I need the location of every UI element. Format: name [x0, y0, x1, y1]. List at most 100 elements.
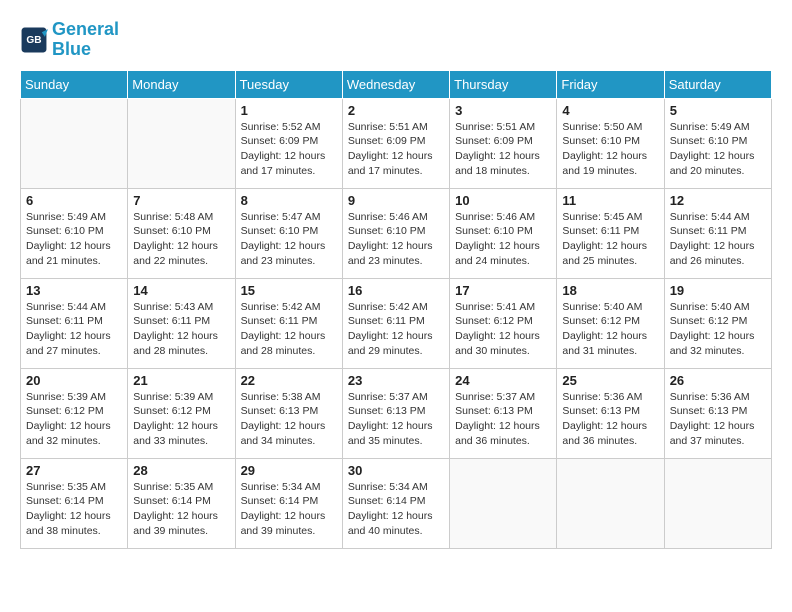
- sunset-text: Sunset: 6:14 PM: [241, 495, 319, 507]
- sunrise-text: Sunrise: 5:49 AM: [670, 121, 750, 133]
- sunset-text: Sunset: 6:13 PM: [562, 405, 640, 417]
- calendar-week-row: 20 Sunrise: 5:39 AM Sunset: 6:12 PM Dayl…: [21, 368, 772, 458]
- day-detail: Sunrise: 5:46 AM Sunset: 6:10 PM Dayligh…: [348, 210, 444, 269]
- sunrise-text: Sunrise: 5:35 AM: [133, 481, 213, 493]
- sunrise-text: Sunrise: 5:39 AM: [26, 391, 106, 403]
- day-detail: Sunrise: 5:35 AM Sunset: 6:14 PM Dayligh…: [133, 480, 229, 539]
- daylight-text: Daylight: 12 hours and 28 minutes.: [133, 330, 218, 357]
- calendar-cell: 26 Sunrise: 5:36 AM Sunset: 6:13 PM Dayl…: [664, 368, 771, 458]
- logo: GB GeneralBlue: [20, 20, 119, 60]
- calendar-week-row: 6 Sunrise: 5:49 AM Sunset: 6:10 PM Dayli…: [21, 188, 772, 278]
- daylight-text: Daylight: 12 hours and 36 minutes.: [455, 420, 540, 447]
- sunrise-text: Sunrise: 5:46 AM: [348, 211, 428, 223]
- day-detail: Sunrise: 5:40 AM Sunset: 6:12 PM Dayligh…: [670, 300, 766, 359]
- weekday-header-friday: Friday: [557, 70, 664, 98]
- calendar-cell: 24 Sunrise: 5:37 AM Sunset: 6:13 PM Dayl…: [450, 368, 557, 458]
- daylight-text: Daylight: 12 hours and 26 minutes.: [670, 240, 755, 267]
- sunset-text: Sunset: 6:12 PM: [26, 405, 104, 417]
- sunrise-text: Sunrise: 5:49 AM: [26, 211, 106, 223]
- weekday-header-wednesday: Wednesday: [342, 70, 449, 98]
- daylight-text: Daylight: 12 hours and 32 minutes.: [670, 330, 755, 357]
- sunrise-text: Sunrise: 5:34 AM: [348, 481, 428, 493]
- sunrise-text: Sunrise: 5:34 AM: [241, 481, 321, 493]
- page-header: GB GeneralBlue: [20, 20, 772, 60]
- sunrise-text: Sunrise: 5:44 AM: [670, 211, 750, 223]
- calendar-cell: 14 Sunrise: 5:43 AM Sunset: 6:11 PM Dayl…: [128, 278, 235, 368]
- daylight-text: Daylight: 12 hours and 39 minutes.: [241, 510, 326, 537]
- day-detail: Sunrise: 5:39 AM Sunset: 6:12 PM Dayligh…: [26, 390, 122, 449]
- sunrise-text: Sunrise: 5:36 AM: [562, 391, 642, 403]
- sunset-text: Sunset: 6:10 PM: [133, 225, 211, 237]
- weekday-header-saturday: Saturday: [664, 70, 771, 98]
- daylight-text: Daylight: 12 hours and 30 minutes.: [455, 330, 540, 357]
- sunrise-text: Sunrise: 5:40 AM: [562, 301, 642, 313]
- calendar-cell: 4 Sunrise: 5:50 AM Sunset: 6:10 PM Dayli…: [557, 98, 664, 188]
- daylight-text: Daylight: 12 hours and 36 minutes.: [562, 420, 647, 447]
- sunset-text: Sunset: 6:12 PM: [562, 315, 640, 327]
- calendar-cell: 27 Sunrise: 5:35 AM Sunset: 6:14 PM Dayl…: [21, 458, 128, 548]
- day-number: 20: [26, 373, 122, 388]
- sunset-text: Sunset: 6:13 PM: [348, 405, 426, 417]
- logo-text: GeneralBlue: [52, 20, 119, 60]
- sunset-text: Sunset: 6:10 PM: [455, 225, 533, 237]
- sunrise-text: Sunrise: 5:37 AM: [348, 391, 428, 403]
- day-number: 18: [562, 283, 658, 298]
- day-number: 8: [241, 193, 337, 208]
- day-number: 19: [670, 283, 766, 298]
- daylight-text: Daylight: 12 hours and 33 minutes.: [133, 420, 218, 447]
- calendar-cell: 20 Sunrise: 5:39 AM Sunset: 6:12 PM Dayl…: [21, 368, 128, 458]
- daylight-text: Daylight: 12 hours and 17 minutes.: [348, 150, 433, 177]
- calendar-cell: 2 Sunrise: 5:51 AM Sunset: 6:09 PM Dayli…: [342, 98, 449, 188]
- calendar-cell: 17 Sunrise: 5:41 AM Sunset: 6:12 PM Dayl…: [450, 278, 557, 368]
- day-number: 2: [348, 103, 444, 118]
- day-detail: Sunrise: 5:42 AM Sunset: 6:11 PM Dayligh…: [241, 300, 337, 359]
- day-number: 3: [455, 103, 551, 118]
- daylight-text: Daylight: 12 hours and 39 minutes.: [133, 510, 218, 537]
- daylight-text: Daylight: 12 hours and 20 minutes.: [670, 150, 755, 177]
- day-detail: Sunrise: 5:44 AM Sunset: 6:11 PM Dayligh…: [26, 300, 122, 359]
- calendar-cell: 1 Sunrise: 5:52 AM Sunset: 6:09 PM Dayli…: [235, 98, 342, 188]
- day-detail: Sunrise: 5:51 AM Sunset: 6:09 PM Dayligh…: [348, 120, 444, 179]
- day-detail: Sunrise: 5:52 AM Sunset: 6:09 PM Dayligh…: [241, 120, 337, 179]
- logo-icon: GB: [20, 26, 48, 54]
- sunrise-text: Sunrise: 5:51 AM: [348, 121, 428, 133]
- sunrise-text: Sunrise: 5:51 AM: [455, 121, 535, 133]
- sunset-text: Sunset: 6:13 PM: [455, 405, 533, 417]
- calendar-cell: 28 Sunrise: 5:35 AM Sunset: 6:14 PM Dayl…: [128, 458, 235, 548]
- calendar-cell: [21, 98, 128, 188]
- daylight-text: Daylight: 12 hours and 31 minutes.: [562, 330, 647, 357]
- day-detail: Sunrise: 5:47 AM Sunset: 6:10 PM Dayligh…: [241, 210, 337, 269]
- calendar-cell: 23 Sunrise: 5:37 AM Sunset: 6:13 PM Dayl…: [342, 368, 449, 458]
- day-detail: Sunrise: 5:37 AM Sunset: 6:13 PM Dayligh…: [455, 390, 551, 449]
- day-detail: Sunrise: 5:44 AM Sunset: 6:11 PM Dayligh…: [670, 210, 766, 269]
- day-number: 29: [241, 463, 337, 478]
- sunset-text: Sunset: 6:12 PM: [133, 405, 211, 417]
- day-number: 30: [348, 463, 444, 478]
- day-detail: Sunrise: 5:43 AM Sunset: 6:11 PM Dayligh…: [133, 300, 229, 359]
- calendar-cell: 8 Sunrise: 5:47 AM Sunset: 6:10 PM Dayli…: [235, 188, 342, 278]
- sunrise-text: Sunrise: 5:52 AM: [241, 121, 321, 133]
- daylight-text: Daylight: 12 hours and 28 minutes.: [241, 330, 326, 357]
- sunset-text: Sunset: 6:10 PM: [562, 135, 640, 147]
- day-number: 9: [348, 193, 444, 208]
- day-detail: Sunrise: 5:45 AM Sunset: 6:11 PM Dayligh…: [562, 210, 658, 269]
- sunrise-text: Sunrise: 5:37 AM: [455, 391, 535, 403]
- day-detail: Sunrise: 5:50 AM Sunset: 6:10 PM Dayligh…: [562, 120, 658, 179]
- calendar-cell: 10 Sunrise: 5:46 AM Sunset: 6:10 PM Dayl…: [450, 188, 557, 278]
- svg-text:GB: GB: [26, 35, 41, 46]
- day-detail: Sunrise: 5:34 AM Sunset: 6:14 PM Dayligh…: [348, 480, 444, 539]
- sunset-text: Sunset: 6:10 PM: [348, 225, 426, 237]
- calendar-cell: 18 Sunrise: 5:40 AM Sunset: 6:12 PM Dayl…: [557, 278, 664, 368]
- sunset-text: Sunset: 6:12 PM: [455, 315, 533, 327]
- day-number: 16: [348, 283, 444, 298]
- calendar-cell: 12 Sunrise: 5:44 AM Sunset: 6:11 PM Dayl…: [664, 188, 771, 278]
- sunset-text: Sunset: 6:09 PM: [348, 135, 426, 147]
- day-detail: Sunrise: 5:38 AM Sunset: 6:13 PM Dayligh…: [241, 390, 337, 449]
- day-number: 22: [241, 373, 337, 388]
- calendar-cell: 22 Sunrise: 5:38 AM Sunset: 6:13 PM Dayl…: [235, 368, 342, 458]
- sunrise-text: Sunrise: 5:43 AM: [133, 301, 213, 313]
- day-detail: Sunrise: 5:49 AM Sunset: 6:10 PM Dayligh…: [670, 120, 766, 179]
- calendar-cell: 21 Sunrise: 5:39 AM Sunset: 6:12 PM Dayl…: [128, 368, 235, 458]
- daylight-text: Daylight: 12 hours and 35 minutes.: [348, 420, 433, 447]
- sunrise-text: Sunrise: 5:36 AM: [670, 391, 750, 403]
